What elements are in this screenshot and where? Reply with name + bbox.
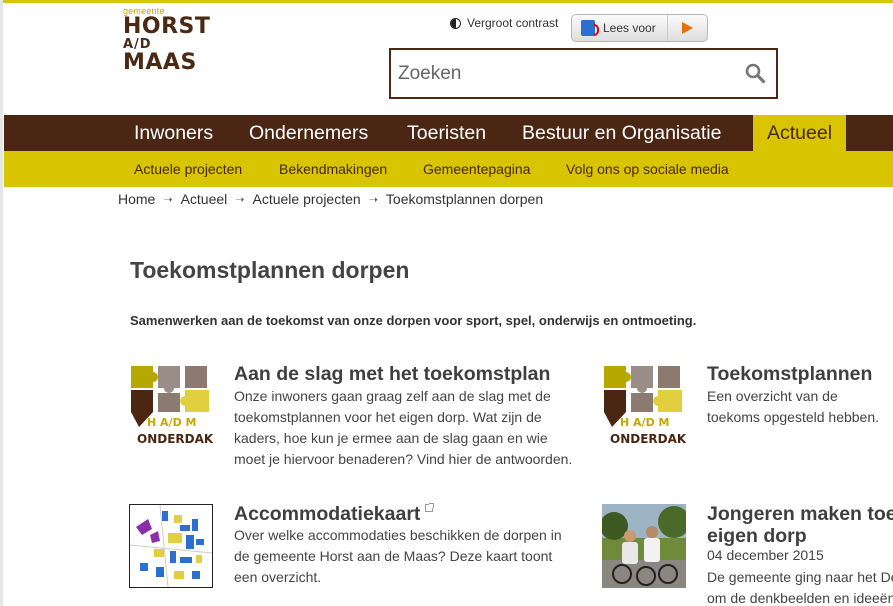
card-thumbnail[interactable]: H A/D M ONDERDAK: [602, 363, 686, 447]
contrast-toggle[interactable]: Vergroot contrast: [450, 16, 558, 30]
card-description: Onze inwoners gaan graag zelf aan de sla…: [234, 388, 573, 467]
breadcrumb-actuele-projecten[interactable]: Actuele projecten: [253, 191, 361, 207]
sub-navigation: Actuele projecten Bekendmakingen Gemeent…: [4, 151, 893, 187]
card-title[interactable]: Accommodatiekaart: [234, 503, 435, 526]
card-title-line: Jongeren maken toe: [707, 503, 893, 525]
logo-line-1: HORST: [123, 14, 211, 39]
breadcrumb: Home ➝ Actueel ➝ Actuele projecten ➝ Toe…: [118, 191, 543, 207]
card-title[interactable]: Aan de slag met het toekomstplan: [234, 363, 550, 386]
main-navigation: Inwoners Ondernemers Toeristen Bestuur e…: [4, 115, 893, 151]
read-aloud-label: Lees voor: [603, 21, 656, 35]
card-description: De gemeente ging naar het De om de denkb…: [707, 567, 893, 606]
puzzle-logo-image: H A/D M ONDERDAK: [602, 363, 686, 447]
nav-actueel[interactable]: Actueel: [753, 115, 847, 151]
card-description: Een overzicht van de toekoms opgesteld h…: [707, 388, 880, 425]
cyclists-photo: [602, 504, 686, 588]
search-icon[interactable]: [744, 62, 766, 84]
breadcrumb-current: Toekomstplannen dorpen: [385, 191, 544, 207]
search-input[interactable]: [391, 53, 721, 94]
external-link-icon: [425, 503, 435, 512]
card-title[interactable]: Jongeren maken toe eigen dorp: [707, 503, 893, 547]
subnav-actuele-projecten[interactable]: Actuele projecten: [134, 151, 242, 187]
subnav-gemeentepagina[interactable]: Gemeentepagina: [423, 151, 530, 187]
map-image: [130, 505, 212, 587]
breadcrumb-arrow-icon: ➝: [163, 193, 173, 206]
left-border: [0, 0, 3, 606]
nav-inwoners[interactable]: Inwoners: [134, 115, 213, 151]
top-accent-line: [0, 0, 893, 3]
svg-text:H A/D M: H A/D M: [620, 416, 669, 429]
card-date: 04 december 2015: [707, 547, 824, 563]
page-title: Toekomstplannen dorpen: [130, 257, 410, 283]
search-box: [389, 48, 778, 99]
breadcrumb-arrow-icon: ➝: [368, 193, 378, 206]
nav-ondernemers[interactable]: Ondernemers: [249, 115, 368, 151]
contrast-icon: [450, 17, 461, 29]
svg-text:H A/D M: H A/D M: [147, 416, 196, 429]
logo-line-3: MAAS: [123, 50, 197, 75]
contrast-label: Vergroot contrast: [467, 16, 559, 30]
nav-toeristen[interactable]: Toeristen: [407, 115, 486, 151]
puzzle-logo-image: H A/D M ONDERDAK: [129, 363, 213, 447]
site-logo[interactable]: gemeente HORST A/D MAAS: [123, 6, 213, 78]
play-icon[interactable]: [667, 15, 707, 41]
page-intro: Samenwerken aan de toekomst van onze dor…: [130, 313, 697, 328]
card-thumbnail[interactable]: [129, 504, 213, 588]
subnav-bekendmakingen[interactable]: Bekendmakingen: [279, 151, 387, 187]
breadcrumb-home[interactable]: Home: [118, 191, 155, 207]
speaker-icon: [581, 20, 599, 36]
breadcrumb-actueel[interactable]: Actueel: [181, 191, 228, 207]
svg-text:ONDERDAK: ONDERDAK: [610, 432, 686, 446]
card-title-text: Accommodatiekaart: [234, 503, 421, 525]
nav-bestuur-en-organisatie[interactable]: Bestuur en Organisatie: [522, 115, 721, 151]
subnav-sociale-media[interactable]: Volg ons op sociale media: [566, 151, 729, 187]
read-aloud-button[interactable]: Lees voor: [571, 14, 708, 42]
svg-text:ONDERDAK: ONDERDAK: [137, 432, 213, 446]
card-description: Over welke accommodaties beschikken de d…: [234, 527, 562, 585]
card-thumbnail[interactable]: [602, 504, 686, 588]
breadcrumb-arrow-icon: ➝: [235, 193, 245, 206]
card-thumbnail[interactable]: H A/D M ONDERDAK: [129, 363, 213, 447]
card-description-line: De gemeente ging naar het De: [707, 569, 893, 585]
card-description-line: om de denkbeelden en ideeën: [707, 590, 893, 606]
card-title[interactable]: Toekomstplannen: [707, 363, 872, 386]
card-title-line: eigen dorp: [707, 525, 807, 547]
